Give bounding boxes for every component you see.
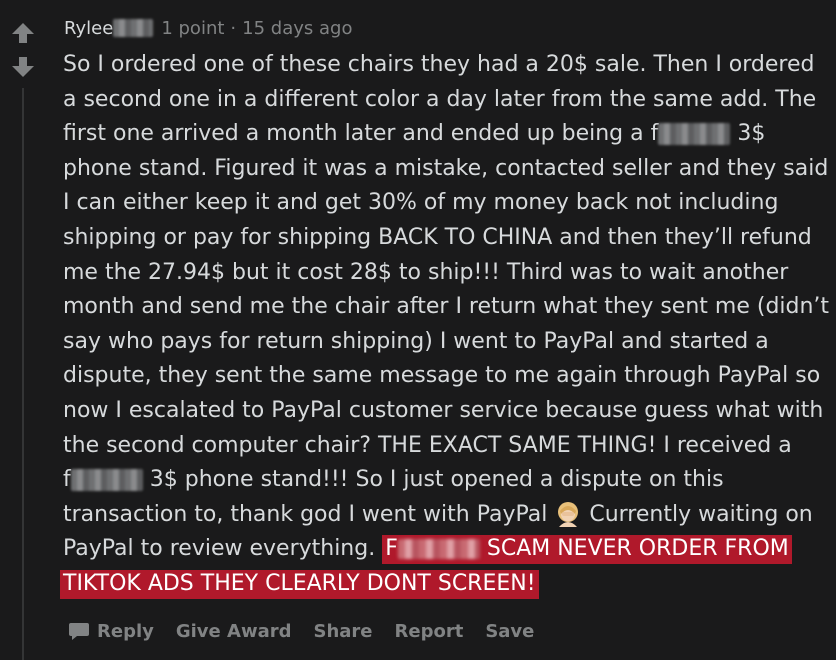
comment-line: a second one in a different color a day …	[63, 86, 817, 112]
comment-line: say who pays for return shipping) I went…	[63, 328, 769, 354]
timestamp-link[interactable]: 15 days ago	[242, 18, 352, 39]
share-button[interactable]: Share	[313, 621, 372, 642]
downvote-arrow-icon[interactable]	[10, 54, 36, 80]
censored-word-blur	[397, 539, 480, 560]
comment-text: transaction to, thank god I went with Pa…	[63, 501, 548, 527]
censored-username-blur	[113, 19, 154, 37]
reply-label: Reply	[97, 620, 154, 642]
save-button[interactable]: Save	[485, 621, 534, 642]
woman-facepalming-emoji-icon	[558, 501, 579, 527]
score-text: 1 point	[161, 17, 225, 39]
comment-view: Rylee 1 point · 15 days ago So I ordered…	[0, 0, 836, 660]
comment-line: dispute, they sent the same message to m…	[63, 363, 821, 389]
chat-bubble-icon	[69, 623, 89, 640]
censored-word-blur	[70, 469, 143, 492]
comment-line: f 3$ phone stand!!! So I just opened a d…	[63, 463, 823, 498]
upvote-arrow-icon[interactable]	[10, 20, 36, 46]
comment-action-bar: Reply Give Award Share Report Save	[68, 617, 534, 645]
meta-separator: ·	[230, 17, 237, 39]
report-label: Report	[394, 620, 464, 642]
comment-line: PayPal to review everything. F SCAM NEVE…	[63, 532, 823, 567]
comment-line: phone stand. Figured it was a mistake, c…	[63, 155, 829, 181]
comment-text: PayPal to review everything.	[63, 536, 383, 562]
username-link[interactable]: Rylee	[64, 18, 113, 39]
comment-line: transaction to, thank god I went with Pa…	[63, 498, 823, 533]
comment-line: the second computer chair? THE EXACT SAM…	[63, 432, 792, 458]
comment-text: 3$	[730, 121, 766, 147]
comment-line: month and send me the chair after I retu…	[63, 294, 830, 320]
give-award-button[interactable]: Give Award	[176, 621, 292, 642]
comment-text: first one arrived a month later and ende…	[63, 121, 659, 147]
comment-line: now I escalated to PayPal customer servi…	[63, 397, 824, 423]
report-button[interactable]: Report	[395, 621, 464, 642]
comment-text: Currently waiting on	[582, 501, 813, 527]
comment-line: TIKTOK ADS THEY CLEARLY DONT SCREEN!	[60, 567, 823, 602]
highlight-text-end: SCAM NEVER ORDER FROM	[479, 536, 789, 562]
comment-body: So I ordered one of these chairs they ha…	[60, 48, 830, 602]
thread-collapse-line[interactable]	[22, 88, 24, 660]
comment-text: f	[63, 467, 71, 493]
comment-line: me the 27.94$ but it cost 28$ to ship!!!…	[63, 259, 789, 285]
comment-line: shipping or pay for shipping BACK TO CHI…	[63, 224, 812, 250]
save-label: Save	[485, 620, 535, 642]
censored-word-blur	[658, 123, 731, 146]
share-label: Share	[313, 620, 373, 642]
highlighted-text: F SCAM NEVER ORDER FROM	[382, 535, 792, 565]
highlighted-text-line2: TIKTOK ADS THEY CLEARLY DONT SCREEN!	[60, 569, 539, 599]
give-award-label: Give Award	[175, 620, 292, 642]
comment-header: Rylee 1 point · 15 days ago	[64, 16, 352, 40]
comment-line: I can either keep it and get 30% of my m…	[63, 190, 779, 216]
reply-button[interactable]: Reply	[68, 621, 154, 642]
comment-line: first one arrived a month later and ende…	[63, 117, 823, 152]
comment-line: So I ordered one of these chairs they ha…	[63, 52, 815, 77]
vote-column	[10, 20, 36, 88]
highlight-text-start: F	[385, 536, 398, 562]
comment-text: 3$ phone stand!!! So I just opened a dis…	[142, 467, 724, 493]
